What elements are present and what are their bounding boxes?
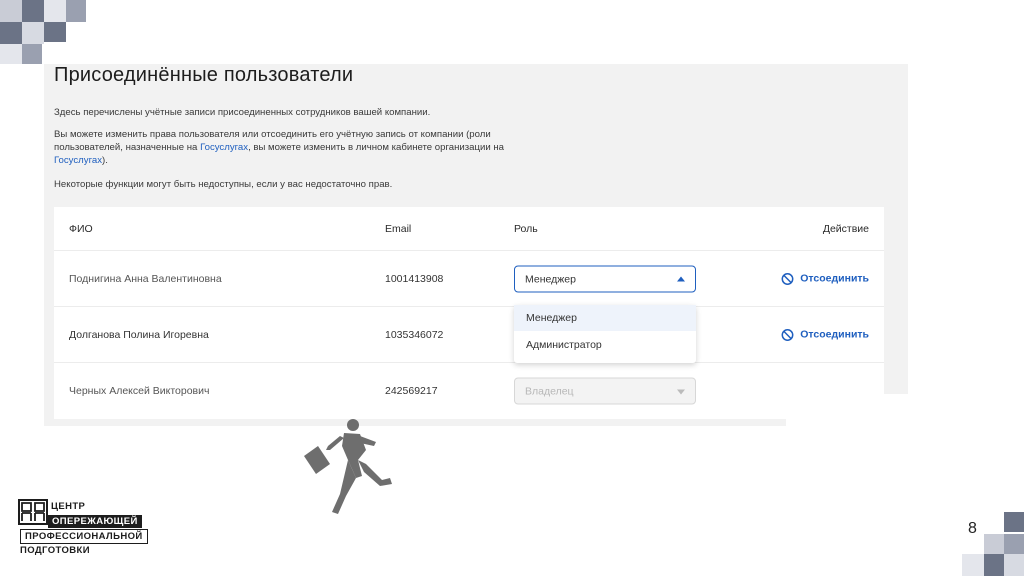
gosuslugi-link[interactable]: Госуслугах xyxy=(54,155,102,166)
user-email[interactable]: 242569217 xyxy=(385,385,438,397)
decor-square xyxy=(1004,512,1024,532)
ban-icon xyxy=(781,328,794,341)
user-fio: Черных Алексей Викторович xyxy=(69,385,210,397)
rights-text-part: , вы можете изменить в личном кабинете о… xyxy=(248,142,505,153)
logo-line-2: ОПЕРЕЖАЮЩЕЙ xyxy=(48,515,142,528)
disconnect-button[interactable]: Отсоединить xyxy=(781,328,869,341)
warning-text: Некоторые функции могут быть недоступны,… xyxy=(54,179,393,190)
role-select-disabled: Владелец xyxy=(514,377,696,405)
disconnect-label: Отсоединить xyxy=(800,272,869,285)
decor-square xyxy=(66,0,86,22)
rights-line-2: пользователей, назначенные на Госуслугах… xyxy=(54,141,504,154)
logo-line-3: ПРОФЕССИОНАЛЬНОЙ xyxy=(20,529,148,544)
decor-square xyxy=(44,22,66,42)
ban-icon xyxy=(781,272,794,285)
decor-square xyxy=(22,22,44,44)
chevron-down-icon xyxy=(677,389,685,395)
decor-square xyxy=(22,44,42,64)
rights-text-part: пользователей, назначенные на xyxy=(54,142,201,153)
user-email[interactable]: 1035346072 xyxy=(385,329,443,341)
decor-square xyxy=(0,0,22,22)
disconnect-button[interactable]: Отсоединить xyxy=(781,272,869,285)
decor-square xyxy=(984,534,1004,554)
chevron-up-icon xyxy=(677,276,685,281)
column-header-email: Email xyxy=(385,222,412,235)
decor-square xyxy=(1004,534,1024,554)
role-select-value: Менеджер xyxy=(525,273,576,285)
table-row: Поднигина Анна Валентиновна 1001413908 М… xyxy=(54,251,884,307)
role-dropdown-menu: Менеджер Администратор xyxy=(514,305,696,363)
column-header-action: Действие xyxy=(822,222,869,235)
rights-text: Вы можете изменить права пользователя ил… xyxy=(54,128,504,167)
rights-text-part: ). xyxy=(102,155,108,166)
column-header-fio: ФИО xyxy=(69,222,93,235)
decor-square xyxy=(0,22,22,44)
slide-number: 8 xyxy=(968,520,977,537)
table-row: Долганова Полина Игоревна 1035346072 Отс… xyxy=(54,307,884,363)
decor-square xyxy=(962,554,984,576)
logo-line-1: ЦЕНТР xyxy=(51,501,86,512)
decor-square xyxy=(1004,554,1024,576)
table-header: ФИО Email Роль Действие xyxy=(54,207,884,251)
column-header-role: Роль xyxy=(514,222,538,235)
decor-square xyxy=(984,554,1004,576)
page-title: Присоединённые пользователи xyxy=(54,64,354,86)
decor-square xyxy=(44,0,66,22)
gosuslugi-link[interactable]: Госуслугах xyxy=(200,142,248,153)
user-fio: Долганова Полина Игоревна xyxy=(69,328,209,341)
rights-line-1: Вы можете изменить права пользователя ил… xyxy=(54,129,491,140)
user-email[interactable]: 1001413908 xyxy=(385,273,443,285)
rights-line-3: Госуслугах). xyxy=(54,154,504,167)
user-fio: Поднигина Анна Валентиновна xyxy=(69,272,222,285)
disconnect-label: Отсоединить xyxy=(800,328,869,341)
logo-line-4: ПОДГОТОВКИ xyxy=(20,545,90,556)
decor-square xyxy=(0,44,22,64)
role-option-manager[interactable]: Менеджер xyxy=(514,305,696,331)
intro-text: Здесь перечислены учётные записи присоед… xyxy=(54,107,431,118)
role-option-admin[interactable]: Администратор xyxy=(514,332,696,358)
role-select[interactable]: Менеджер xyxy=(514,265,696,292)
users-table: ФИО Email Роль Действие Поднигина Анна В… xyxy=(54,207,884,419)
logo-mark xyxy=(18,499,48,525)
logo-glyph-icon xyxy=(21,502,45,521)
table-row: Черных Алексей Викторович 242569217 Влад… xyxy=(54,363,884,419)
role-select-value: Владелец xyxy=(525,385,574,398)
running-man-illustration xyxy=(304,419,392,514)
decor-square xyxy=(22,0,44,22)
